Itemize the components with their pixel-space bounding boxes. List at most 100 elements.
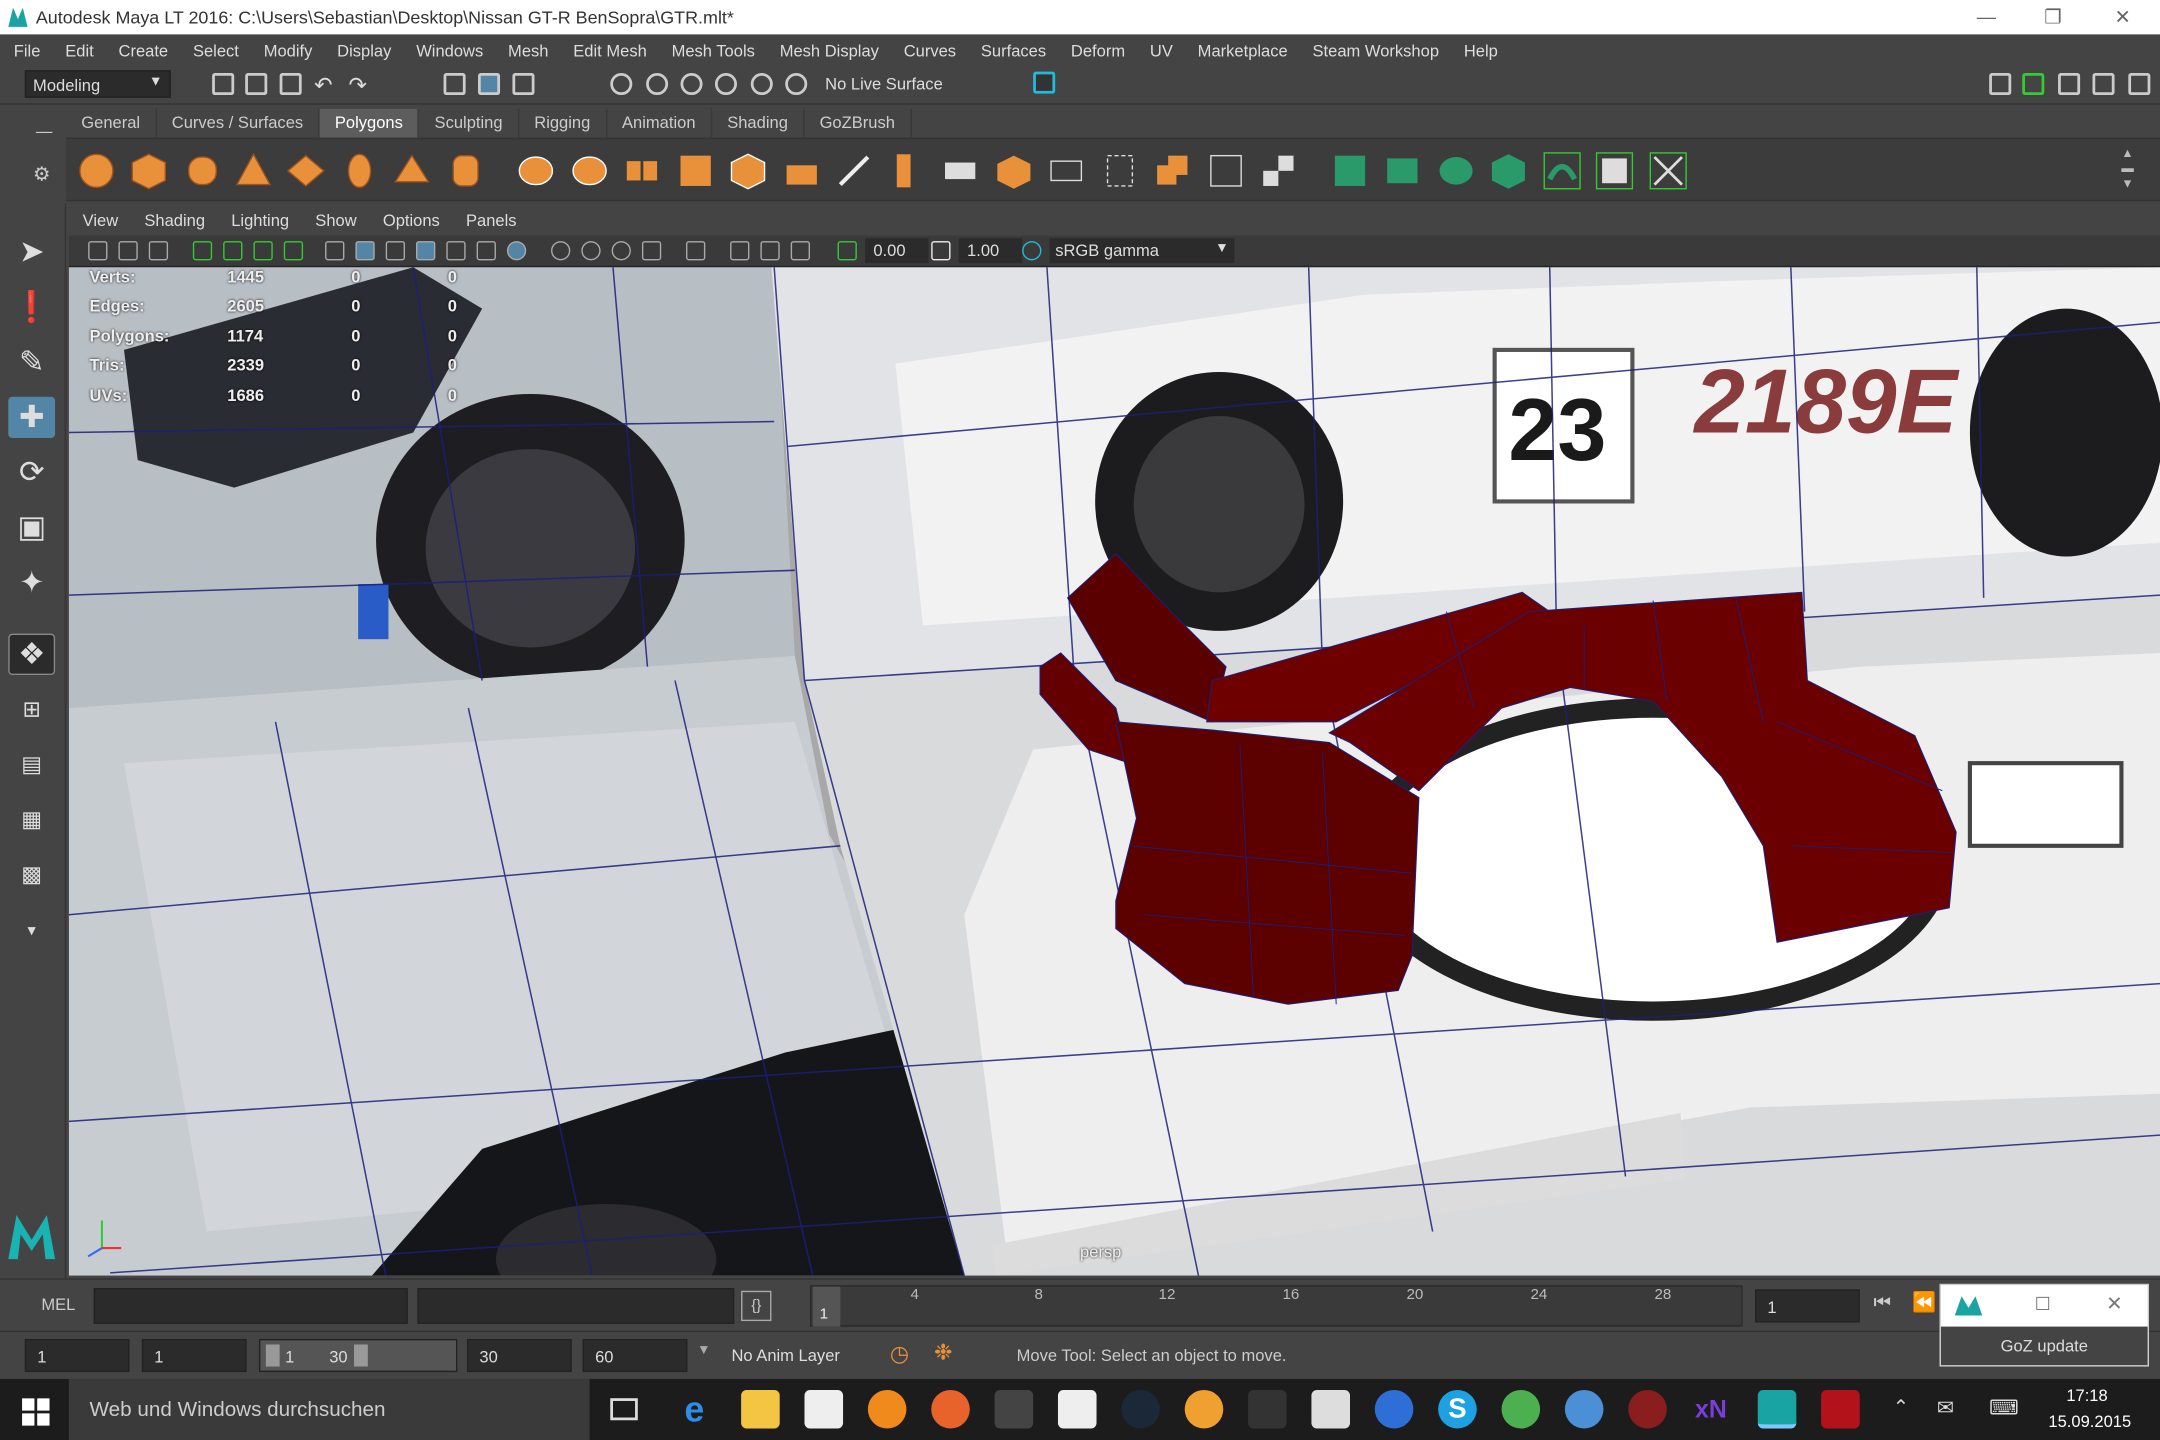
goz-maximize-icon[interactable]: ☐ [2035,1294,2051,1316]
notifications-icon[interactable]: ✉ [1937,1395,1954,1420]
menu-select[interactable]: Select [179,41,250,60]
uv-planar-icon[interactable] [1331,152,1370,191]
scene-end-field[interactable]: 60 [582,1338,688,1373]
windows-start-icon[interactable] [22,1398,50,1426]
film-gate-icon[interactable] [223,241,243,261]
current-frame-field[interactable]: 1 [1754,1289,1860,1323]
uv-unfold-icon[interactable] [1543,152,1582,191]
fill-hole-icon[interactable] [995,152,1034,191]
layout-b-icon[interactable]: ▦ [8,799,55,840]
tab-gozbrush[interactable]: GoZBrush [804,108,912,138]
camera-select-icon[interactable] [88,241,108,261]
textured-icon[interactable] [446,241,466,261]
panel-menu-view[interactable]: View [69,207,131,236]
duplicate-face-icon[interactable] [1153,152,1192,191]
select-component-icon[interactable] [512,73,535,96]
bridge-icon[interactable] [782,152,821,191]
uv-layout-icon[interactable] [1595,152,1634,191]
menu-steam-workshop[interactable]: Steam Workshop [1299,41,1450,60]
shadows-icon[interactable] [551,241,571,261]
poly-cube-icon[interactable] [129,152,168,191]
wireframe-on-shaded-icon[interactable] [416,241,436,261]
checker-icon[interactable] [1259,152,1298,191]
tab-animation[interactable]: Animation [607,108,713,138]
snap-grid-icon[interactable] [610,73,633,96]
poly-sphere-icon[interactable] [77,152,116,191]
gear-icon[interactable]: ⚙ [33,163,50,186]
panel-menu-shading[interactable]: Shading [131,207,218,236]
snap-view-icon[interactable] [714,73,737,96]
bookmark-icon[interactable] [148,241,169,261]
separate-icon[interactable] [570,152,609,191]
range-handle-left[interactable] [265,1344,280,1367]
menu-curves[interactable]: Curves [890,41,967,60]
snap-point-icon[interactable] [680,73,703,96]
poly-pipe-icon[interactable] [446,152,485,191]
edge-browser-icon[interactable]: e [675,1390,714,1429]
command-input[interactable] [93,1288,408,1324]
menu-modify[interactable]: Modify [250,41,323,60]
steam-icon[interactable] [1121,1389,1160,1429]
scene-start-field[interactable]: 1 [24,1338,130,1373]
chevron-down-icon[interactable]: ▼ [697,1343,711,1358]
keyboard-icon[interactable]: ⌨ [1989,1395,2019,1420]
channel-box-icon[interactable] [2128,73,2151,96]
restore-icon[interactable]: ❐ [2044,6,2061,29]
lights-icon[interactable] [476,241,496,261]
menu-deform[interactable]: Deform [1057,41,1136,60]
multi-cut-icon[interactable] [835,152,874,191]
poly-cylinder-icon[interactable] [183,152,222,191]
colorspace-dropdown[interactable]: sRGB gamma ▼ [1049,238,1235,264]
grid-toggle-icon[interactable] [192,241,213,261]
panel-menu-show[interactable]: Show [302,207,370,236]
combine-icon[interactable] [517,152,556,191]
tab-curves-surfaces[interactable]: Curves / Surfaces [157,108,320,138]
default-material-icon[interactable] [385,241,405,261]
go-to-start-icon[interactable]: ⏮ [1873,1291,1890,1314]
edge-loop-icon[interactable] [1047,152,1086,191]
manipulator-tool-icon[interactable]: ✦ [8,562,55,603]
snap-surface-icon[interactable] [750,73,773,96]
gate-mask-icon[interactable] [283,241,304,261]
tab-rigging[interactable]: Rigging [519,108,607,138]
mode-dropdown[interactable]: Modeling ▼ [24,70,171,98]
tab-shading[interactable]: Shading [712,108,805,138]
menu-windows[interactable]: Windows [402,41,494,60]
motion-blur-icon[interactable] [611,241,631,261]
panel-menu-options[interactable]: Options [369,207,452,236]
playback-start-field[interactable]: 1 [141,1338,247,1373]
render-view-icon[interactable] [1033,71,1056,94]
color-management-icon[interactable] [1022,241,1042,261]
workspace-icon[interactable] [1989,73,2012,96]
resolution-gate-icon[interactable] [253,241,273,261]
zbrush-icon[interactable] [1311,1389,1350,1429]
chrome-icon[interactable] [1501,1389,1541,1429]
exposure-icon[interactable] [837,241,857,261]
uv-editor-icon[interactable] [1649,152,1688,191]
shelf-scroll-icon[interactable]: ▲ ▬ ▼ [2121,146,2133,191]
camera-pan-icon[interactable] [730,241,750,261]
target-weld-icon[interactable] [1207,152,1246,191]
ambient-occlusion-icon[interactable] [581,241,601,261]
firefox-icon[interactable] [931,1389,970,1429]
shelf-collapse-icon[interactable]: — [36,121,53,140]
tab-general[interactable]: General [66,108,157,138]
menu-edit[interactable]: Edit [51,41,104,60]
panel-menu-panels[interactable]: Panels [452,207,529,236]
menu-edit-mesh[interactable]: Edit Mesh [560,41,658,60]
select-hierarchy-icon[interactable] [443,73,466,96]
time-slider[interactable]: 1 4 8 12 16 20 24 28 [809,1285,1743,1327]
perspective-viewport[interactable]: 23 2189E Verts: 1445 0 0 Edges: 2605 0 0… [68,267,2160,1276]
snap-curve-icon[interactable] [646,73,669,96]
extrude-icon[interactable] [729,152,768,191]
tray-chevron-icon[interactable]: ⌃ [1893,1395,1909,1418]
minimize-icon[interactable]: — [1977,6,1996,28]
redo-icon[interactable]: ↷ [349,72,367,100]
paint-select-tool-icon[interactable]: ✎ [8,342,55,383]
poly-cone-icon[interactable] [234,152,273,191]
uv-spherical-icon[interactable] [1437,152,1476,191]
gamma-field[interactable]: 1.00 [958,238,1023,264]
menu-display[interactable]: Display [323,41,402,60]
task-view-icon[interactable] [610,1398,638,1421]
menu-uv[interactable]: UV [1136,41,1184,60]
